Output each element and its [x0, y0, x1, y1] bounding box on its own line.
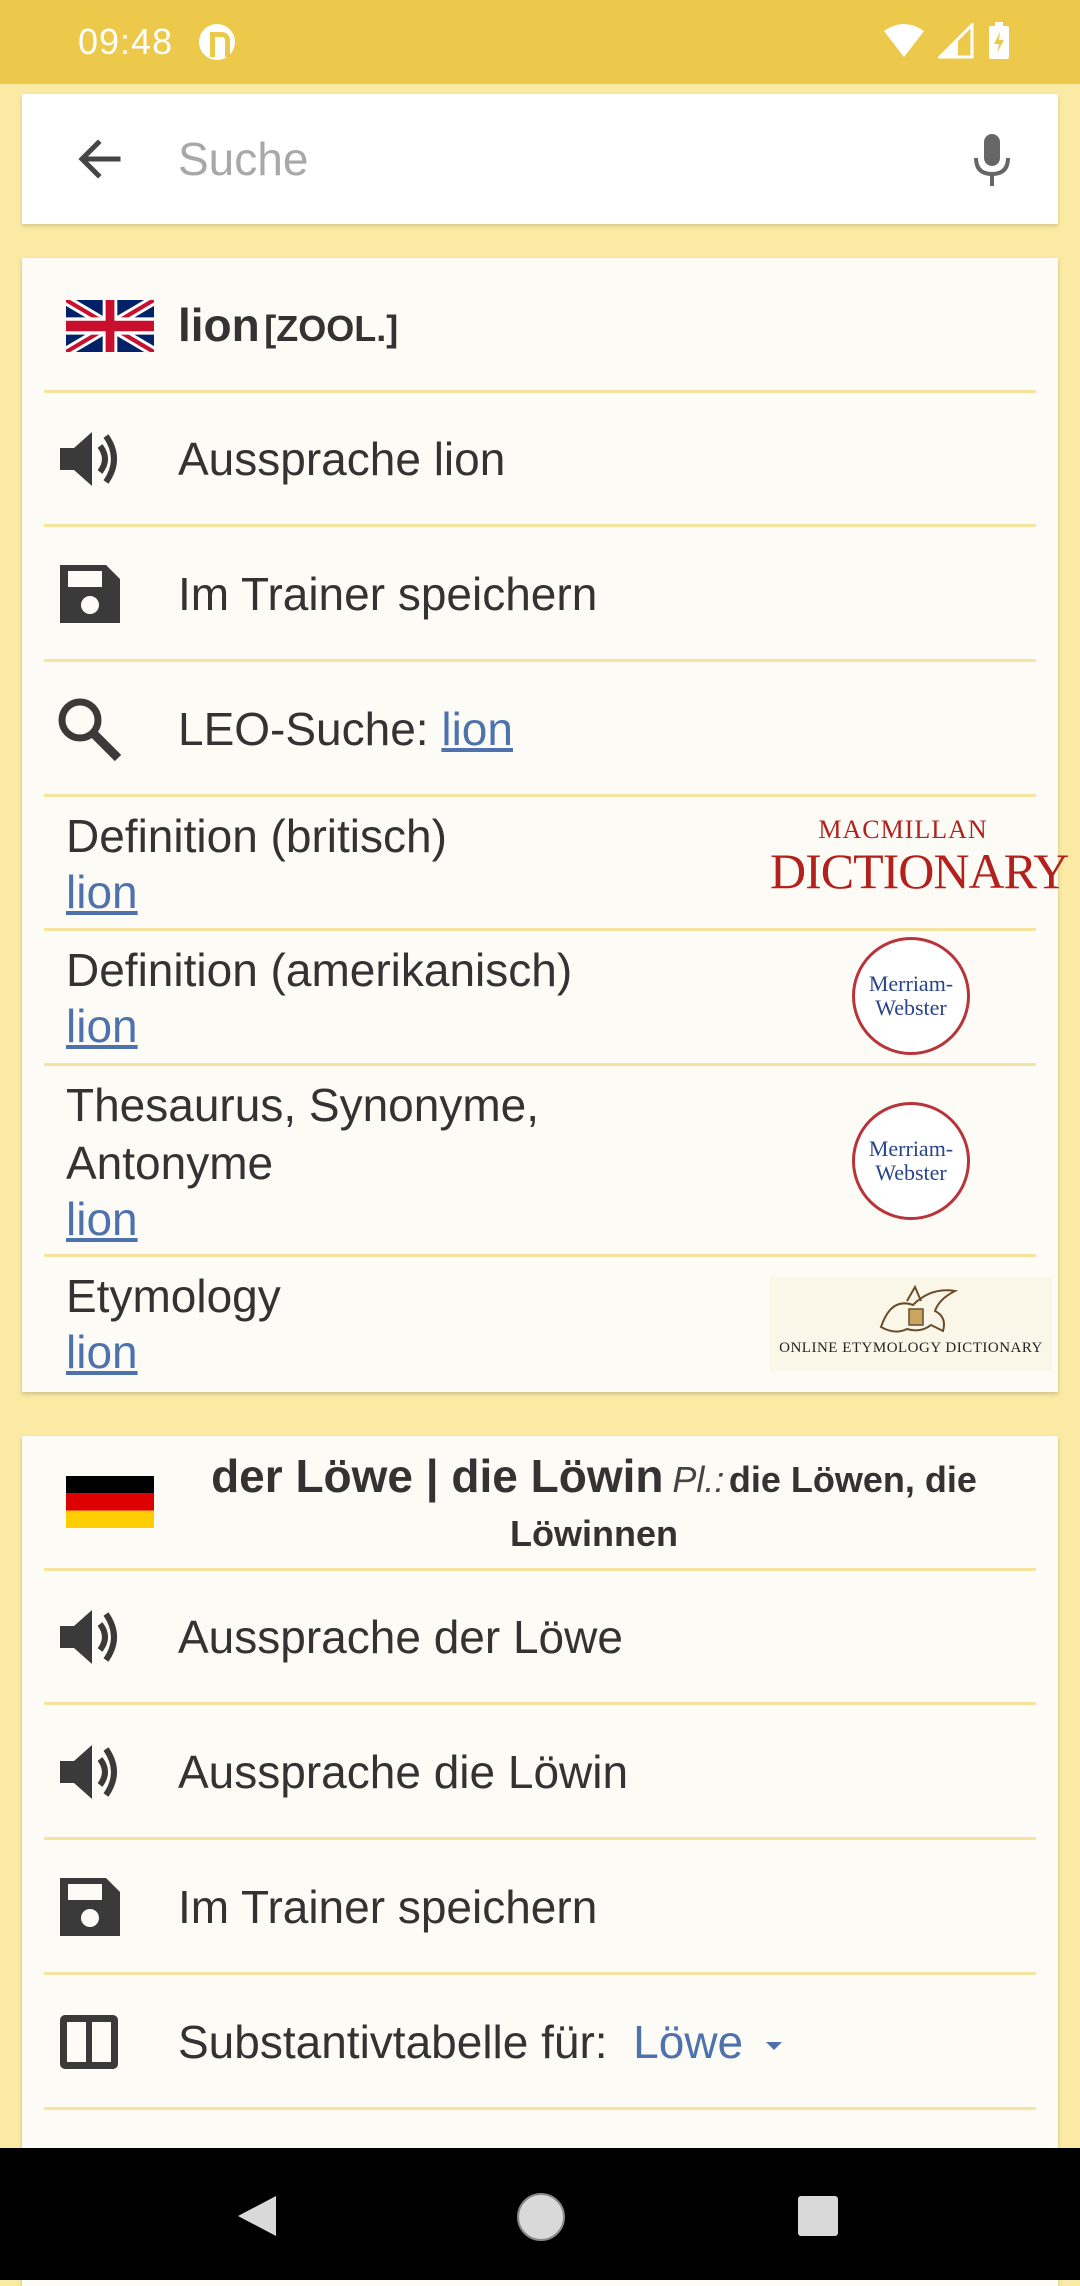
entry-word: lion — [178, 299, 260, 351]
speaker-icon — [60, 432, 117, 486]
arrow-left-icon[interactable] — [74, 133, 126, 185]
definition-title: Definition (amerikanisch) — [66, 944, 573, 996]
speaker-icon — [60, 1745, 117, 1799]
save-trainer-label: Im Trainer speichern — [178, 568, 598, 620]
uk-flag-icon — [66, 300, 154, 352]
cell-signal-icon — [938, 23, 974, 59]
entry-header: lion [ZOOL.] — [44, 258, 1036, 393]
pronunciation-label: Aussprache der Löwe — [178, 1611, 623, 1663]
definition-row-british: Definition (britisch) lion MACMILLAN DIC… — [44, 797, 1069, 931]
wifi-icon — [884, 24, 924, 57]
definition-link[interactable]: lion — [66, 865, 138, 919]
definition-title: Definition (britisch) — [66, 810, 447, 862]
status-icons — [884, 22, 1010, 60]
status-bar: 09:48 — [0, 0, 1080, 84]
entry-header: der Löwe | die Löwin Pl.: die Löwen, die… — [44, 1436, 1036, 1571]
nav-recents-icon[interactable] — [798, 2196, 838, 2236]
definition-row-american: Definition (amerikanisch) lion Merriam- … — [44, 931, 1036, 1066]
save-trainer-row[interactable]: Im Trainer speichern — [44, 527, 1036, 662]
entry-word: der Löwe | die Löwin — [211, 1450, 664, 1502]
griffin-icon — [879, 1284, 959, 1333]
table-icon — [60, 2015, 118, 2069]
etymology-row: Etymology lion ONLINE ETYMOLOGY DICTIONA… — [44, 1257, 1052, 1389]
plural-label: Pl.: — [672, 1459, 725, 1500]
pronunciation-row[interactable]: Aussprache lion — [44, 392, 1036, 527]
thesaurus-row: Thesaurus, Synonyme, Antonyme lion Merri… — [44, 1066, 1036, 1257]
notification-app-icon — [199, 24, 236, 60]
status-time: 09:48 — [78, 21, 174, 62]
etymology-link[interactable]: lion — [66, 1325, 138, 1379]
german-flag-icon — [66, 1476, 154, 1528]
floppy-disk-icon — [60, 1878, 120, 1936]
plural-forms: die Löwen, die — [728, 1459, 977, 1500]
merriam-webster-logo[interactable]: Merriam- Webster — [852, 1102, 970, 1220]
leo-search-row: LEO-Suche: lion — [44, 662, 1036, 797]
save-trainer-label: Im Trainer speichern — [178, 1881, 598, 1933]
pronunciation-row[interactable]: Aussprache der Löwe — [44, 1570, 1036, 1705]
search-input[interactable] — [176, 131, 920, 187]
navigation-bar — [0, 2148, 1080, 2280]
etymology-title: Etymology — [66, 1270, 281, 1322]
english-entry-card: lion [ZOOL.] Aussprache lion Im Trainer … — [22, 258, 1069, 1392]
entry-tag: [ZOOL.] — [264, 308, 399, 349]
dropdown-caret-icon[interactable] — [764, 2040, 784, 2052]
floppy-disk-icon — [60, 565, 120, 623]
pronunciation-row[interactable]: Aussprache die Löwin — [44, 1705, 1036, 1840]
noun-table-dropdown[interactable]: Löwe — [633, 2016, 743, 2068]
pronunciation-label: Aussprache die Löwin — [178, 1746, 629, 1798]
leo-search-label: LEO-Suche: — [178, 703, 429, 755]
speaker-icon — [60, 1610, 117, 1664]
pronunciation-label: Aussprache lion — [178, 433, 506, 485]
leo-search-link[interactable]: lion — [441, 703, 513, 755]
noun-table-row: Substantivtabelle für: Löwe — [44, 1975, 1036, 2110]
search-bar — [22, 94, 1058, 224]
nav-home-icon[interactable] — [516, 2192, 566, 2242]
thesaurus-link[interactable]: lion — [66, 1192, 138, 1246]
merriam-webster-logo[interactable]: Merriam- Webster — [852, 937, 970, 1055]
microphone-icon[interactable] — [972, 132, 1012, 188]
save-trainer-row[interactable]: Im Trainer speichern — [44, 1840, 1036, 1975]
nav-back-icon[interactable] — [236, 2194, 278, 2238]
etymology-dictionary-logo[interactable]: ONLINE ETYMOLOGY DICTIONARY — [770, 1277, 1052, 1371]
definition-link[interactable]: lion — [66, 999, 138, 1053]
magnifier-icon — [58, 698, 122, 762]
battery-icon — [989, 22, 1009, 59]
thesaurus-title: Thesaurus, Synonyme, Antonyme — [66, 1079, 540, 1189]
noun-table-label: Substantivtabelle für: — [178, 2016, 608, 2068]
macmillan-dictionary-logo[interactable]: MACMILLAN DICTIONARY — [770, 815, 1069, 911]
plural-forms-cont: Löwinnen — [510, 1513, 678, 1554]
